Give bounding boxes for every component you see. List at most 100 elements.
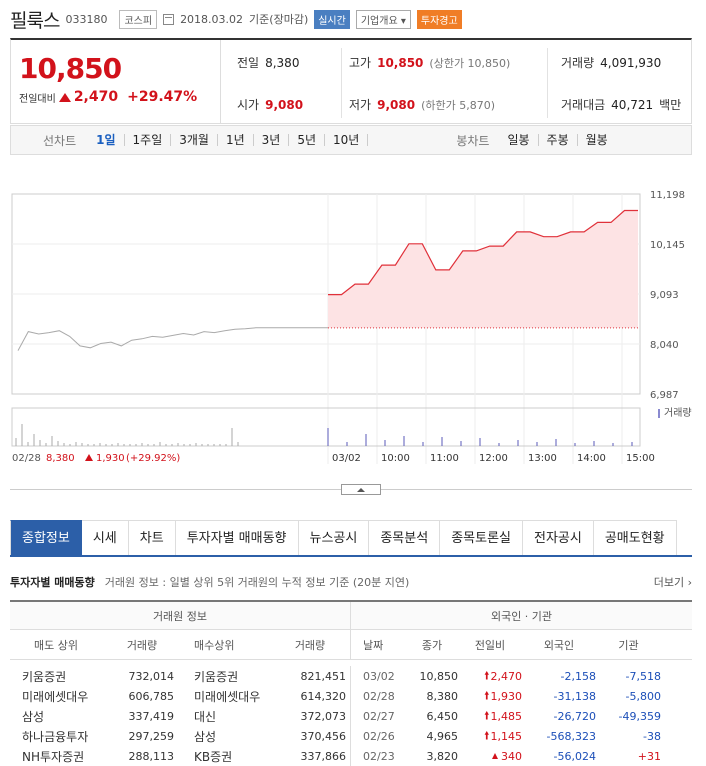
prev-day-label: 02/28 bbox=[12, 453, 41, 464]
tab-overview[interactable]: 종합정보 bbox=[10, 520, 82, 555]
realtime-button[interactable]: 실시간 bbox=[314, 9, 350, 29]
x-tick-label: 14:00 bbox=[577, 453, 606, 464]
period-1w[interactable]: 1주일 bbox=[125, 134, 172, 146]
up-arrow-icon: 🠙 bbox=[483, 728, 490, 742]
volume-legend-swatch bbox=[658, 409, 660, 418]
trade-date: 02/28 bbox=[363, 689, 395, 703]
tab-news[interactable]: 뉴스공시 bbox=[298, 520, 370, 555]
more-label: 더보기 bbox=[653, 576, 685, 589]
candle-monthly[interactable]: 월봉 bbox=[578, 134, 616, 146]
y-tick-label: 6,987 bbox=[650, 390, 679, 401]
tab-chart[interactable]: 차트 bbox=[128, 520, 176, 555]
stock-code: 033180 bbox=[65, 12, 108, 26]
col-buy-top: 매수상위 bbox=[194, 638, 235, 652]
period-1y[interactable]: 1년 bbox=[218, 134, 254, 146]
table-group-header: 거래원 정보 외국인 · 기관 bbox=[10, 602, 692, 630]
period-10y[interactable]: 10년 bbox=[325, 134, 369, 146]
current-price-box: 10,850 전일대비 2,470 +29.47% bbox=[11, 40, 221, 123]
foreign-net: -2,158 bbox=[560, 669, 596, 683]
day-change-value: 340 bbox=[501, 749, 522, 763]
stock-name: 필룩스 bbox=[10, 9, 60, 32]
prev-day-line bbox=[17, 327, 328, 351]
base-date: 2018.03.02 bbox=[180, 12, 244, 26]
sell-broker[interactable]: 하나금융투자 bbox=[10, 726, 110, 746]
tab-disclosure[interactable]: 전자공시 bbox=[523, 520, 594, 555]
x-tick-label: 13:00 bbox=[528, 453, 557, 464]
sell-broker[interactable]: 삼성 bbox=[10, 706, 110, 726]
section-title: 투자자별 매매동향 bbox=[10, 576, 95, 589]
buy-broker[interactable]: 미래에셋대우 bbox=[178, 686, 274, 706]
section-desc: 거래원 정보 : 일별 상위 5위 거래원의 누적 정보 기준 (20분 지연) bbox=[104, 576, 410, 589]
tab-short-selling[interactable]: 공매도현황 bbox=[593, 520, 677, 555]
prev-day-pct: (+29.92%) bbox=[126, 453, 180, 464]
chart-period-bar: 선차트 1일 1주일 3개월 1년 3년 5년 10년 봉차트 일봉 주봉 월봉 bbox=[10, 125, 692, 155]
trade-amount: 거래대금 40,721 백만 bbox=[561, 98, 682, 112]
chevron-right-icon: › bbox=[687, 576, 692, 589]
inst-net: -7,518 bbox=[625, 669, 661, 683]
col-buy-vol: 거래량 bbox=[274, 630, 351, 659]
investor-section-header: 투자자별 매매동향 거래원 정보 : 일별 상위 5위 거래원의 누적 정보 기… bbox=[10, 573, 692, 591]
inst-net: -49,359 bbox=[618, 709, 661, 723]
foreign-net: -26,720 bbox=[553, 709, 596, 723]
period-3y[interactable]: 3년 bbox=[254, 134, 290, 146]
x-tick-label: 11:00 bbox=[430, 453, 459, 464]
more-link[interactable]: 더보기 › bbox=[654, 574, 692, 590]
current-price: 10,850 bbox=[19, 52, 122, 85]
change-percent: +29.47% bbox=[127, 89, 198, 105]
y-tick-label: 9,093 bbox=[650, 290, 679, 301]
y-tick-label: 11,198 bbox=[650, 190, 685, 201]
sell-broker[interactable]: NH투자증권 bbox=[10, 746, 110, 766]
intraday-chart: 11,198 10,145 9,093 8,040 6,987 거래량 02/28 8,380… bbox=[11, 190, 692, 464]
group-foreign-inst: 외국인 · 기관 bbox=[490, 609, 553, 623]
prev-day-change: 1,930 bbox=[96, 453, 125, 464]
collapse-chart-button[interactable] bbox=[341, 484, 381, 495]
col-inst: 기관 bbox=[618, 638, 639, 652]
investor-table: 거래원 정보 외국인 · 기관 매도 상위 거래량 매수상위 거래량 날짜 종가… bbox=[10, 600, 692, 766]
close-price: 6,450 bbox=[426, 709, 459, 723]
buy-volume: 372,073 bbox=[274, 706, 351, 726]
buy-broker[interactable]: 대신 bbox=[178, 706, 274, 726]
period-3m[interactable]: 3개월 bbox=[171, 134, 218, 146]
col-date: 날짜 bbox=[363, 638, 384, 652]
period-1d[interactable]: 1일 bbox=[88, 134, 125, 146]
tab-quotes[interactable]: 시세 bbox=[81, 520, 129, 555]
sell-broker[interactable]: 키움증권 bbox=[10, 666, 110, 686]
up-arrow-icon: 🠙 bbox=[483, 668, 490, 682]
table-header: 매도 상위 거래량 매수상위 거래량 날짜 종가 전일비 외국인 기관 bbox=[10, 630, 692, 660]
col-change: 전일비 bbox=[474, 638, 506, 652]
day-change-value: 1,485 bbox=[490, 709, 523, 723]
volume-legend: 거래량 bbox=[664, 407, 692, 419]
candle-chart-label: 봉차트 bbox=[456, 133, 490, 148]
tab-investor-trend[interactable]: 투자자별 매매동향 bbox=[175, 520, 299, 555]
buy-volume: 821,451 bbox=[274, 666, 351, 686]
change-value: 2,470 bbox=[73, 89, 119, 105]
day-change: 🠙 1,145 bbox=[458, 726, 522, 746]
close-price: 4,965 bbox=[426, 729, 459, 743]
day-change-value: 1,145 bbox=[490, 729, 523, 743]
company-overview-select[interactable]: 기업개요 ▾ bbox=[355, 9, 411, 29]
invest-warning-badge[interactable]: 투자경고 bbox=[416, 9, 462, 29]
buy-broker[interactable]: KB증권 bbox=[178, 746, 274, 766]
low-price: 저가 9,080 (하한가 5,870) bbox=[349, 98, 495, 112]
sell-broker[interactable]: 미래에셋대우 bbox=[10, 686, 110, 706]
candle-daily[interactable]: 일봉 bbox=[499, 134, 539, 146]
tab-discussion[interactable]: 종목토론실 bbox=[440, 520, 523, 555]
period-5y[interactable]: 5년 bbox=[289, 134, 326, 146]
table-row: 하나금융투자 297,259 삼성 370,456 02/26 4,965 🠙 1,145 -5… bbox=[10, 726, 692, 746]
table-row: 키움증권 732,014 키움증권 821,451 03/02 10,850 🠙 2,470-… bbox=[10, 666, 692, 686]
close-price: 8,380 bbox=[426, 689, 459, 703]
candle-weekly[interactable]: 주봉 bbox=[539, 134, 578, 146]
today-area bbox=[328, 210, 638, 328]
tab-analysis[interactable]: 종목분석 bbox=[369, 520, 441, 555]
y-tick-label: 8,040 bbox=[650, 340, 679, 351]
up-triangle-icon bbox=[492, 753, 498, 759]
close-price: 10,850 bbox=[419, 669, 459, 683]
day-change: 🠙 2,470 bbox=[458, 666, 522, 686]
buy-broker[interactable]: 삼성 bbox=[178, 726, 274, 746]
open-price: 시가 9,080 bbox=[237, 98, 304, 112]
trade-date: 03/02 bbox=[363, 669, 395, 683]
buy-volume: 337,866 bbox=[274, 746, 351, 766]
buy-broker[interactable]: 키움증권 bbox=[178, 666, 274, 686]
sell-volume: 732,014 bbox=[128, 669, 175, 683]
up-triangle-icon bbox=[85, 454, 93, 461]
